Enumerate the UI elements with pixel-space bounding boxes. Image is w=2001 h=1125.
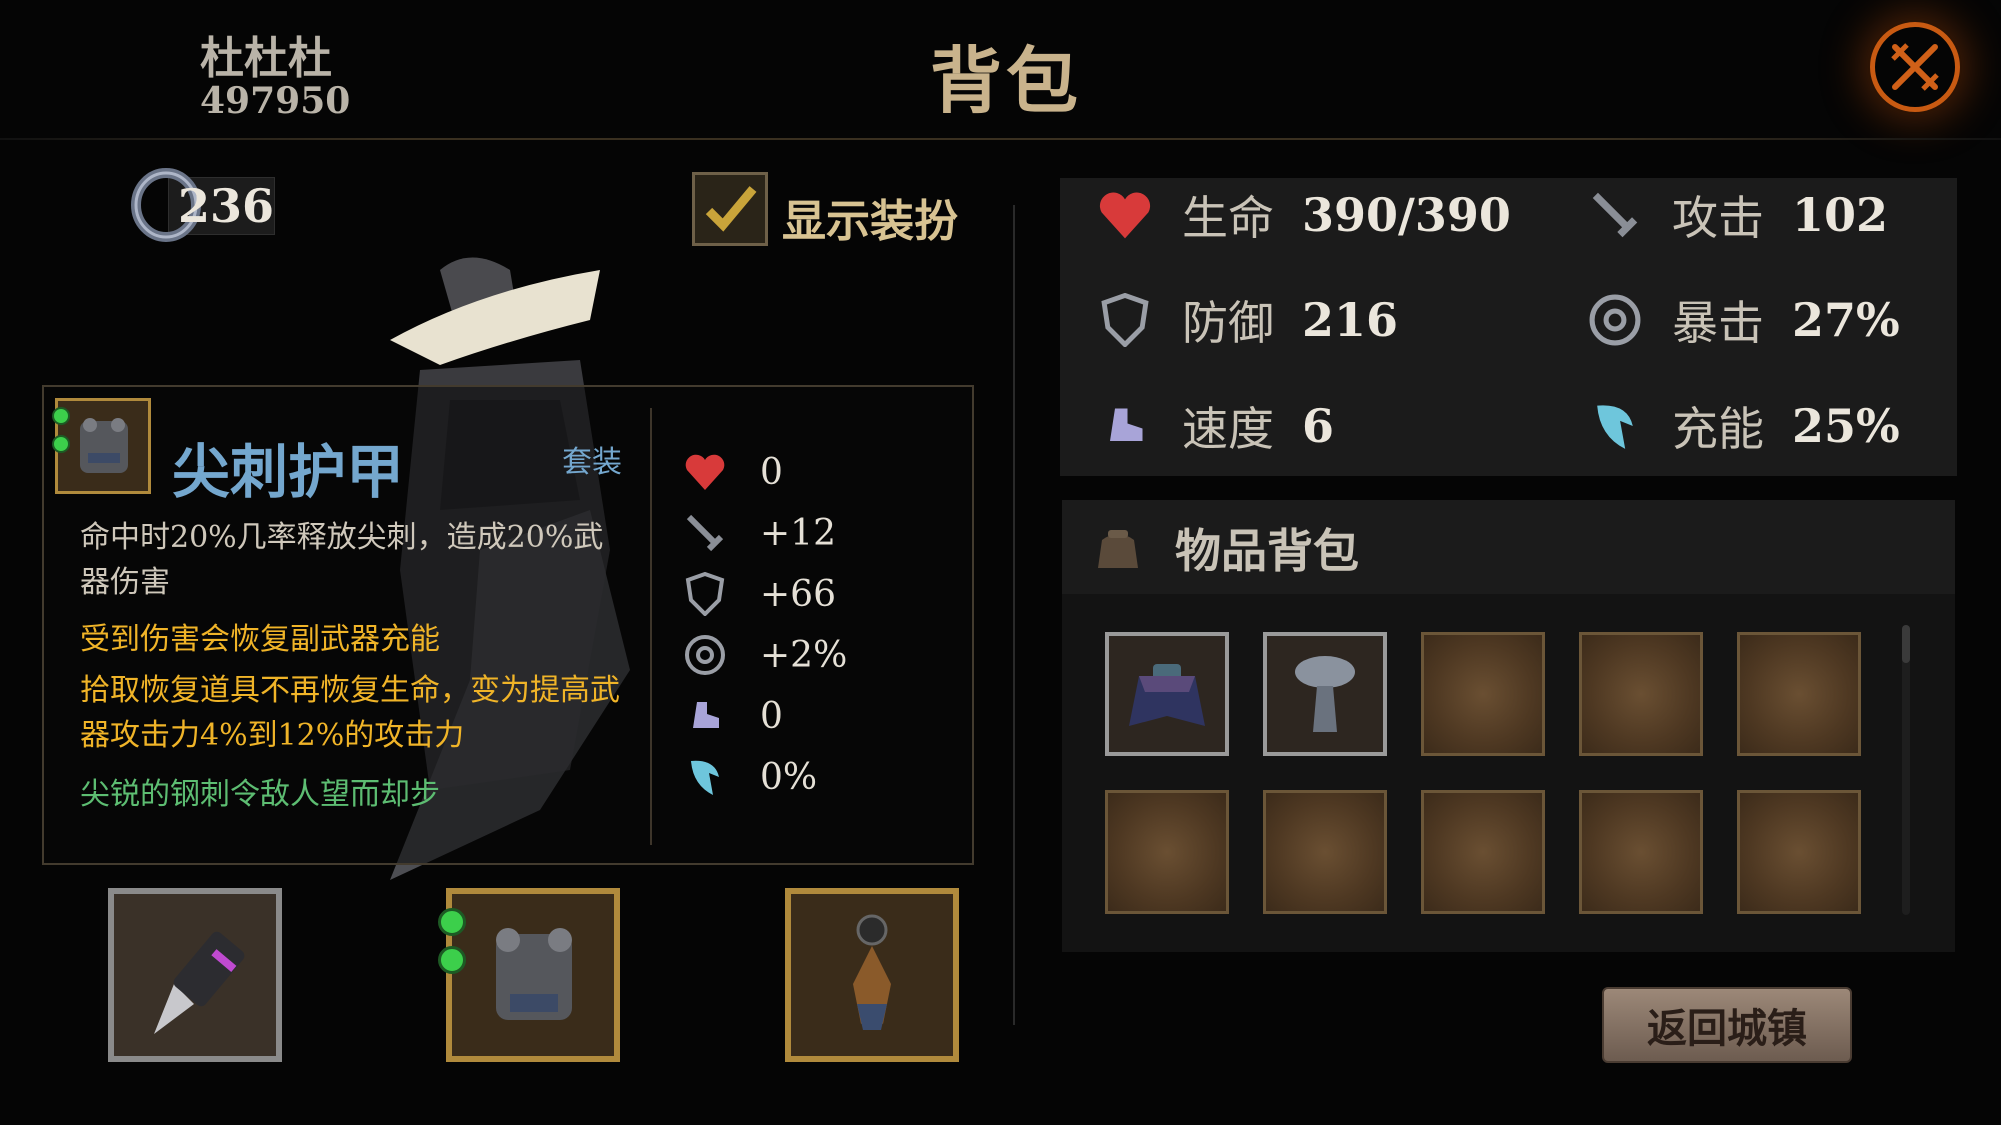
- amulet-icon: [853, 914, 891, 1030]
- inventory-slot[interactable]: [1105, 790, 1229, 914]
- equip-slot-weapon[interactable]: [108, 888, 282, 1062]
- inventory-slot[interactable]: [1105, 632, 1229, 756]
- stat-value: 25%: [1792, 399, 1900, 453]
- checkmark-icon: [705, 186, 757, 232]
- currency-value: 236: [178, 179, 275, 233]
- stat-label: 充能: [1672, 402, 1764, 456]
- currency-display: 236: [128, 165, 275, 242]
- cape-item-icon: [1129, 664, 1205, 726]
- shield-icon: [680, 569, 730, 619]
- item-description: 命中时20%几率释放尖刺，造成20%武器伤害: [80, 520, 604, 600]
- bonus-defense: +66: [680, 569, 960, 619]
- inventory-slot[interactable]: [1737, 790, 1861, 914]
- item-thumbnail: [52, 398, 151, 494]
- crit-icon: [680, 630, 730, 680]
- spiked-armor-icon: [80, 418, 128, 473]
- gem-socket-icon: [52, 435, 70, 453]
- stat-value: 27%: [1792, 293, 1900, 347]
- show-outfit-checkbox[interactable]: [692, 172, 768, 246]
- return-to-town-button[interactable]: 返回城镇: [1602, 987, 1852, 1063]
- bonus-value: +12: [760, 512, 836, 554]
- inventory-slot[interactable]: [1737, 632, 1861, 756]
- gem-socket-icon: [52, 407, 70, 425]
- bonus-value: +66: [760, 573, 836, 615]
- inventory-slot[interactable]: [1579, 790, 1703, 914]
- inventory-scroll-thumb[interactable]: [1902, 625, 1910, 663]
- bonus-speed: 0: [680, 691, 960, 741]
- header-divider: [0, 138, 2001, 140]
- equip-slot-armor[interactable]: [438, 888, 620, 1062]
- bonus-value: 0: [760, 695, 783, 737]
- crit-icon: [1580, 285, 1650, 355]
- gem-socket-icon: [438, 946, 466, 974]
- stat-attack: 攻击 102: [1580, 175, 1888, 255]
- bag-icon: [1098, 530, 1138, 568]
- inventory-scrollbar[interactable]: [1902, 625, 1910, 915]
- stat-hp: 生命 390/390: [1090, 175, 1511, 255]
- heart-icon: [680, 447, 730, 497]
- show-outfit-label[interactable]: 显示装扮: [782, 185, 958, 249]
- stat-speed: 速度 6: [1090, 386, 1334, 466]
- spear-weapon-icon: [154, 931, 245, 1034]
- stat-label: 防御: [1182, 296, 1274, 350]
- panel-divider: [1013, 205, 1015, 1025]
- player-name: 杜杜杜: [200, 33, 332, 84]
- inventory-slot[interactable]: [1421, 790, 1545, 914]
- stat-label: 暴击: [1672, 296, 1764, 350]
- item-effect: 受到伤害会恢复副武器充能: [80, 622, 440, 657]
- equip-slot-accessory[interactable]: [785, 888, 959, 1062]
- crossed-swords-icon: [1891, 43, 1939, 91]
- stat-value: 216: [1302, 293, 1399, 347]
- stat-label: 速度: [1182, 402, 1274, 456]
- tooltip-divider: [650, 408, 652, 845]
- inventory-slot[interactable]: [1421, 632, 1545, 756]
- boot-icon: [680, 691, 730, 741]
- bonus-crit: +2%: [680, 630, 960, 680]
- stat-label: 攻击: [1672, 191, 1764, 245]
- bonus-energy: 0%: [680, 752, 960, 802]
- sword-icon: [1580, 180, 1650, 250]
- sword-icon: [680, 508, 730, 558]
- inventory-slot[interactable]: [1579, 632, 1703, 756]
- energy-icon: [680, 752, 730, 802]
- bonus-value: +2%: [760, 634, 848, 676]
- energy-icon: [1580, 391, 1650, 461]
- item-set-tag: 套装: [562, 445, 622, 480]
- helmet-item-icon: [1295, 656, 1355, 732]
- spiked-armor-icon: [496, 928, 572, 1020]
- inventory-title: 物品背包: [1175, 524, 1359, 578]
- stat-label: 生命: [1182, 191, 1274, 245]
- stat-value: 102: [1792, 188, 1889, 242]
- item-flavor-text: 尖锐的钢刺令敌人望而却步: [80, 777, 440, 812]
- page-title: 背包: [930, 38, 1083, 123]
- inventory-slot[interactable]: [1263, 790, 1387, 914]
- stat-crit: 暴击 27%: [1580, 280, 1900, 360]
- stat-value: 390/390: [1302, 188, 1511, 242]
- bonus-hp: 0: [680, 447, 960, 497]
- stat-defense: 防御 216: [1090, 280, 1398, 360]
- inventory-slot[interactable]: [1263, 632, 1387, 756]
- gem-socket-icon: [438, 908, 466, 936]
- close-button[interactable]: [1870, 22, 1960, 112]
- stat-energy: 充能 25%: [1580, 386, 1900, 466]
- heart-icon: [1090, 180, 1160, 250]
- stat-value: 6: [1302, 399, 1335, 453]
- player-id: 497950: [200, 80, 351, 122]
- bonus-attack: +12: [680, 508, 960, 558]
- item-name: 尖刺护甲: [172, 438, 405, 506]
- shield-icon: [1090, 285, 1160, 355]
- boot-icon: [1090, 391, 1160, 461]
- item-effect: 拾取恢复道具不再恢复生命，变为提高武器攻击力4%到12%的攻击力: [80, 673, 620, 753]
- bonus-value: 0: [760, 451, 783, 493]
- bonus-value: 0%: [760, 756, 818, 798]
